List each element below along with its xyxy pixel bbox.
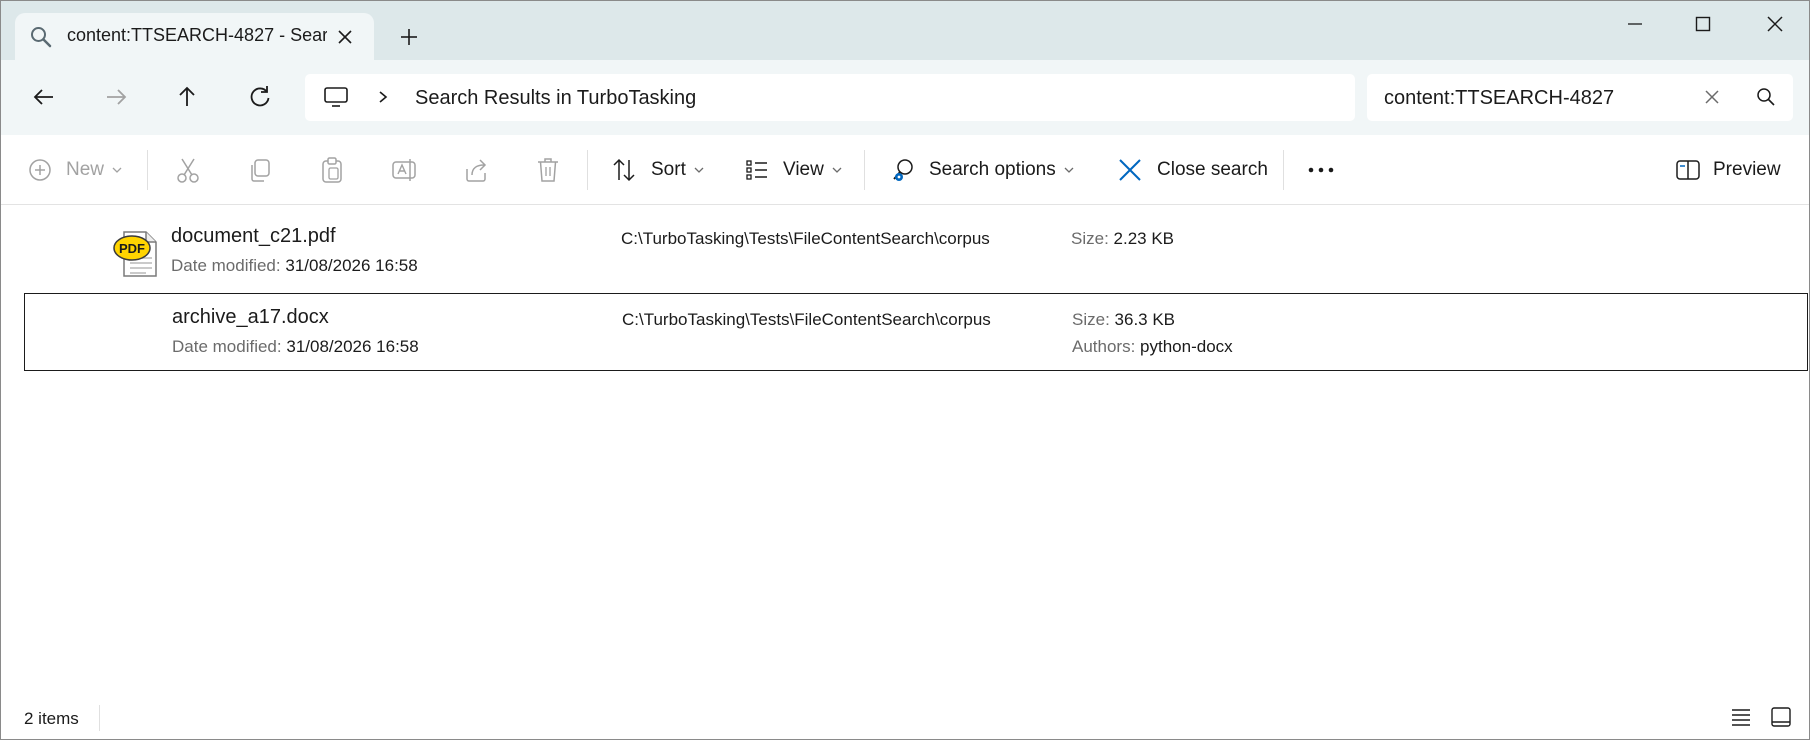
chevron-down-icon	[112, 167, 122, 173]
file-name[interactable]: document_c21.pdf	[171, 225, 336, 248]
address-bar[interactable]: Search Results in TurboTasking	[305, 74, 1355, 121]
clear-search-icon[interactable]	[1701, 86, 1723, 108]
close-search-button[interactable]: Close search	[1117, 155, 1268, 185]
details-view-icon[interactable]	[1729, 705, 1753, 729]
chevron-right-icon[interactable]	[375, 88, 391, 106]
size-value: 36.3 KB	[1114, 310, 1176, 329]
navigation-bar: Search Results in TurboTasking content:T…	[1, 60, 1809, 135]
date-modified-value: 31/08/2026 16:58	[285, 256, 418, 275]
minimize-icon[interactable]	[1613, 11, 1657, 37]
preview-pane-icon	[1676, 160, 1700, 180]
search-options-icon	[893, 159, 913, 181]
search-box[interactable]: content:TTSEARCH-4827	[1367, 74, 1793, 121]
maximize-icon[interactable]	[1681, 11, 1725, 37]
file-size: Size: 36.3 KB	[1072, 310, 1175, 330]
divider	[147, 150, 148, 190]
size-label: Size:	[1072, 310, 1110, 329]
command-bar: New Sort View Search options Close searc…	[1, 135, 1809, 205]
close-search-label: Close search	[1157, 159, 1268, 180]
list-item[interactable]: PDF document_c21.pdf Date modified: 31/0…	[24, 213, 1808, 291]
file-explorer-window: content:TTSEARCH-4827 - Search Results i…	[0, 0, 1810, 740]
authors-value: python-docx	[1140, 337, 1233, 356]
rename-icon[interactable]	[391, 155, 417, 185]
size-value: 2.23 KB	[1113, 229, 1175, 248]
sort-button[interactable]: Sort	[611, 155, 704, 185]
paste-icon[interactable]	[319, 155, 345, 185]
divider	[99, 705, 100, 731]
item-count: 2 items	[24, 709, 79, 728]
preview-label: Preview	[1713, 159, 1781, 180]
search-icon[interactable]	[1755, 86, 1777, 108]
view-list-icon	[746, 160, 767, 180]
status-bar: 2 items	[1, 691, 1809, 739]
svg-text:PDF: PDF	[119, 241, 145, 256]
list-item[interactable]: archive_a17.docx Date modified: 31/08/20…	[24, 293, 1808, 371]
close-window-icon[interactable]	[1753, 11, 1797, 37]
date-modified: Date modified: 31/08/2026 16:58	[171, 256, 418, 276]
share-icon[interactable]	[463, 155, 489, 185]
chevron-down-icon	[1064, 167, 1074, 173]
copy-icon[interactable]	[247, 155, 273, 185]
up-icon[interactable]	[171, 81, 203, 113]
plus-circle-icon	[29, 159, 51, 181]
close-icon	[1119, 159, 1141, 181]
search-options-label: Search options	[929, 159, 1056, 180]
tiles-view-icon[interactable]	[1769, 705, 1793, 729]
sort-icon	[613, 158, 635, 182]
preview-button[interactable]: Preview	[1675, 155, 1781, 185]
sort-label: Sort	[651, 159, 686, 180]
forward-icon[interactable]	[100, 81, 132, 113]
date-modified: Date modified: 31/08/2026 16:58	[172, 337, 419, 357]
breadcrumb[interactable]: Search Results in TurboTasking	[415, 87, 696, 110]
file-authors: Authors: python-docx	[1072, 337, 1233, 357]
file-path: C:\TurboTasking\Tests\FileContentSearch\…	[621, 229, 990, 248]
view-button[interactable]: View	[745, 155, 842, 185]
new-button[interactable]: New	[28, 155, 122, 185]
search-input[interactable]: content:TTSEARCH-4827	[1384, 87, 1614, 110]
tab-search-results[interactable]: content:TTSEARCH-4827 - Search Results i…	[15, 13, 374, 60]
file-size: Size: 2.23 KB	[1071, 229, 1174, 249]
authors-label: Authors:	[1072, 337, 1136, 356]
back-icon[interactable]	[28, 81, 60, 113]
file-name[interactable]: archive_a17.docx	[172, 306, 329, 329]
view-label: View	[783, 159, 824, 180]
chevron-down-icon	[694, 167, 704, 173]
search-options-button[interactable]: Search options	[891, 155, 1074, 185]
computer-icon	[324, 87, 348, 107]
date-modified-label: Date modified:	[171, 256, 281, 275]
chevron-down-icon	[832, 167, 842, 173]
divider	[864, 150, 865, 190]
more-options-icon[interactable]	[1306, 155, 1336, 185]
pdf-file-icon: PDF	[113, 231, 157, 277]
search-icon	[31, 27, 52, 48]
new-label: New	[66, 159, 105, 180]
divider	[1283, 150, 1284, 190]
title-bar: content:TTSEARCH-4827 - Search Results i…	[1, 1, 1809, 60]
delete-icon[interactable]	[535, 155, 561, 185]
file-list: PDF document_c21.pdf Date modified: 31/0…	[1, 205, 1809, 691]
date-modified-value: 31/08/2026 16:58	[286, 337, 419, 356]
cut-icon[interactable]	[175, 155, 201, 185]
tab-title: content:TTSEARCH-4827 - Search Results i…	[67, 25, 327, 45]
date-modified-label: Date modified:	[172, 337, 282, 356]
new-tab-icon[interactable]	[395, 23, 423, 51]
file-path: C:\TurboTasking\Tests\FileContentSearch\…	[622, 310, 991, 329]
refresh-icon[interactable]	[244, 81, 276, 113]
size-label: Size:	[1071, 229, 1109, 248]
divider	[587, 150, 588, 190]
close-tab-icon[interactable]	[331, 23, 359, 51]
